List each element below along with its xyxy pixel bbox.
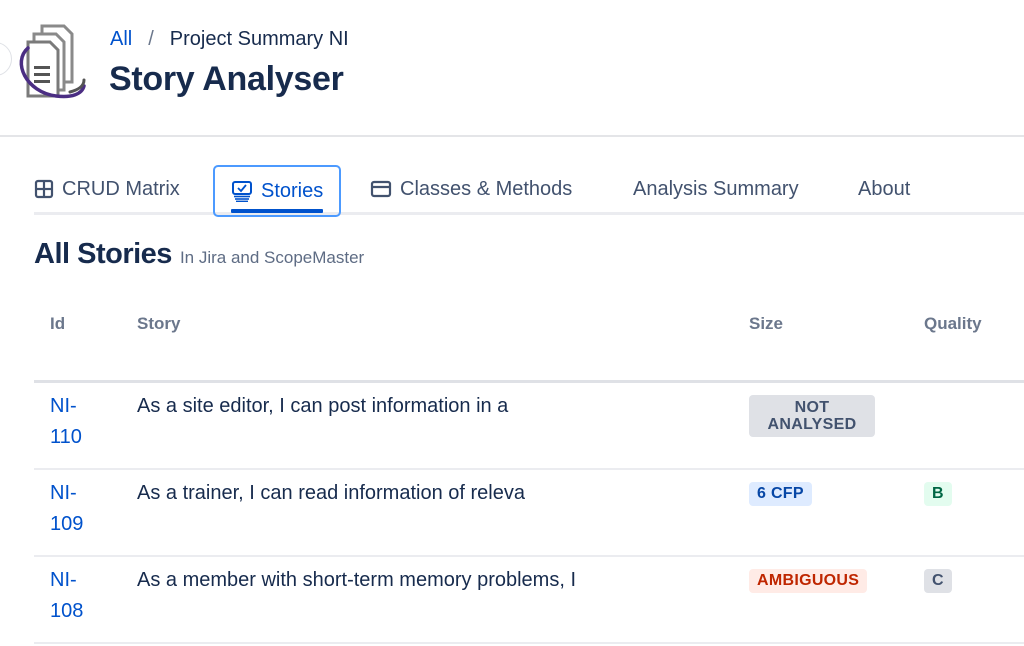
section-subtitle: In Jira and ScopeMaster <box>179 248 365 267</box>
row-divider <box>34 642 1024 644</box>
breadcrumb: All / Project Summary NI <box>110 28 349 51</box>
tab-label: Stories <box>261 179 324 202</box>
story-text: As a member with short-term memory probl… <box>137 569 576 591</box>
story-text: As a site editor, I can post information… <box>137 395 509 417</box>
size-cell: NOT ANALYSED <box>749 395 875 437</box>
quality-cell: B <box>924 482 952 506</box>
page-title: Story Analyser <box>109 60 344 98</box>
tab-analysis-summary[interactable]: Analysis Summary <box>633 166 799 212</box>
story-id-link[interactable]: NI- 109 <box>50 478 100 540</box>
tab-label: Analysis Summary <box>633 177 799 200</box>
table-row: NI- 110 As a site editor, I can post info… <box>34 383 1024 470</box>
breadcrumb-current[interactable]: Project Summary NI <box>170 28 349 51</box>
tab-label: CRUD Matrix <box>62 177 180 200</box>
size-badge: AMBIGUOUS <box>749 569 868 593</box>
size-cell: 6 CFP <box>749 482 812 506</box>
active-tab-indicator <box>231 209 324 213</box>
column-header-story[interactable]: Story <box>137 314 180 334</box>
window-icon <box>370 179 392 199</box>
tab-label: About <box>858 177 911 200</box>
size-cell: AMBIGUOUS <box>749 569 868 593</box>
table-row: NI- 108 As a member with short-term memor… <box>34 557 1024 644</box>
column-header-id[interactable]: Id <box>50 314 65 334</box>
tab-crud-matrix[interactable]: CRUD Matrix <box>34 166 180 212</box>
section-title: All Stories <box>34 238 172 270</box>
quality-cell: C <box>924 569 952 593</box>
page-header: All / Project Summary NI Story Analyser <box>0 0 1024 136</box>
header-divider <box>0 135 1024 137</box>
documents-orbit-logo-icon <box>19 24 86 99</box>
tab-label: Classes & Methods <box>400 177 573 200</box>
story-id-prefix: NI- <box>50 395 77 417</box>
size-badge-line: ANALYSED <box>767 416 857 433</box>
tab-classes-methods[interactable]: Classes & Methods <box>370 166 572 212</box>
story-id-number: 110 <box>50 426 82 448</box>
size-badge: NOT ANALYSED <box>749 395 875 437</box>
size-badge: 6 CFP <box>749 482 812 506</box>
story-id-link[interactable]: NI- 108 <box>50 565 100 627</box>
story-id-number: 108 <box>50 600 84 622</box>
quality-badge: B <box>924 482 952 506</box>
story-id-prefix: NI- <box>50 569 77 591</box>
tab-about[interactable]: About <box>858 166 910 212</box>
column-header-size[interactable]: Size <box>749 314 783 334</box>
breadcrumb-separator: / <box>148 28 154 50</box>
quality-badge: C <box>924 569 952 593</box>
tab-bar: CRUD Matrix Stories Classes & Methods An… <box>34 165 1024 217</box>
story-id-link[interactable]: NI- 110 <box>50 391 100 453</box>
tab-stories[interactable]: Stories <box>213 165 342 217</box>
monitor-check-icon <box>231 180 253 202</box>
grid-icon <box>34 179 54 199</box>
size-badge-line: NOT <box>794 399 830 416</box>
story-text: As a trainer, I can read information of … <box>137 482 525 504</box>
story-id-prefix: NI- <box>50 482 77 504</box>
table-row: NI- 109 As a trainer, I can read informat… <box>34 470 1024 557</box>
breadcrumb-all-link[interactable]: All <box>110 28 132 51</box>
section-heading: All Stories In Jira and ScopeMaster <box>34 238 364 271</box>
column-header-quality[interactable]: Quality <box>924 314 982 334</box>
tab-bar-underline <box>34 212 1024 215</box>
story-id-number: 109 <box>50 513 84 535</box>
